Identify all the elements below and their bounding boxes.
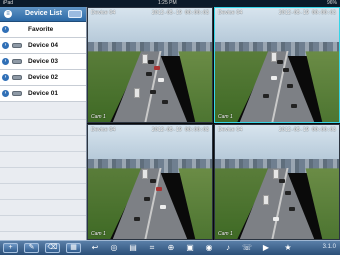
tile-channel: Cam 1 bbox=[91, 231, 106, 237]
tile-device-label: Device 04 bbox=[91, 10, 116, 16]
delete-icon[interactable]: ⌫ bbox=[45, 243, 60, 253]
vehicle bbox=[287, 84, 293, 88]
disclosure-arrow-icon[interactable]: › bbox=[2, 42, 9, 49]
vehicle bbox=[158, 78, 164, 82]
device-list-header: ≡ Device List bbox=[0, 7, 86, 22]
sidebar-item-label: Device 01 bbox=[28, 90, 58, 97]
playback-icon[interactable]: ▶ bbox=[261, 243, 271, 253]
tile-device-label: Device 04 bbox=[218, 127, 243, 133]
battery-level: 96% bbox=[326, 0, 337, 6]
sidebar-item-label: Device 03 bbox=[28, 58, 58, 65]
grid-icon[interactable]: ▦ bbox=[66, 243, 81, 253]
sidebar-item-device-01[interactable]: › Device 01 bbox=[0, 86, 86, 102]
vehicle bbox=[263, 94, 269, 98]
favorite-icon[interactable]: ★ bbox=[283, 243, 293, 253]
camera-toggle-button[interactable] bbox=[68, 10, 82, 18]
disclosure-arrow-icon[interactable]: › bbox=[2, 74, 9, 81]
vehicle bbox=[283, 68, 289, 72]
vehicle bbox=[273, 169, 279, 179]
video-tile-2[interactable]: Device 04 2012-05-19 00:00:03 Cam 1 bbox=[214, 7, 340, 123]
vehicle bbox=[289, 207, 295, 211]
vehicle bbox=[134, 88, 140, 98]
disclosure-arrow-icon[interactable]: › bbox=[2, 58, 9, 65]
dvr-icon bbox=[12, 75, 22, 80]
vehicle bbox=[144, 197, 150, 201]
dvr-icon bbox=[12, 59, 22, 64]
vehicle bbox=[142, 169, 148, 179]
app-version: 3.1.0 bbox=[322, 244, 336, 250]
tile-device-label: Device 04 bbox=[91, 127, 116, 133]
vehicle bbox=[150, 90, 156, 94]
sidebar-item-label: Device 02 bbox=[28, 74, 58, 81]
bottom-toolbar: + ✎ ⌫ ▦ ↩ ◎ ▤ ⌗ ⊕ ▣ ◉ ♪ ☏ ▶ ★ 3.1.0 bbox=[0, 240, 340, 255]
empty-list-area bbox=[0, 104, 86, 240]
record-icon[interactable]: ▣ bbox=[185, 243, 195, 253]
zoom-icon[interactable]: ⊕ bbox=[166, 243, 176, 253]
dvr-icon bbox=[12, 43, 22, 48]
vehicle bbox=[279, 179, 285, 183]
vehicle bbox=[146, 72, 152, 76]
tile-timestamp: 2012-05-19 00:00:03 bbox=[278, 127, 336, 133]
tile-channel: Cam 1 bbox=[218, 114, 233, 120]
vehicle bbox=[160, 205, 166, 209]
device-list-title: Device List bbox=[25, 10, 62, 17]
menu-icon[interactable]: ≡ bbox=[4, 10, 12, 18]
disclosure-arrow-icon[interactable]: › bbox=[2, 90, 9, 97]
audio-icon[interactable]: ♪ bbox=[223, 243, 233, 253]
sidebar-item-favorite[interactable]: › Favorite bbox=[0, 22, 86, 38]
vehicle bbox=[263, 195, 269, 205]
vehicle bbox=[162, 100, 168, 104]
tile-channel: Cam 1 bbox=[91, 114, 106, 120]
ptz-icon[interactable]: ◎ bbox=[109, 243, 119, 253]
vehicle bbox=[156, 187, 162, 191]
vehicle bbox=[277, 60, 283, 64]
video-tile-4[interactable]: Device 04 2012-05-19 00:00:03 Cam 1 bbox=[214, 124, 340, 240]
vehicle bbox=[134, 217, 140, 221]
sidebar-item-device-04[interactable]: › Device 04 bbox=[0, 38, 86, 54]
add-icon[interactable]: + bbox=[3, 243, 18, 253]
disclosure-arrow-icon[interactable]: › bbox=[2, 26, 9, 33]
tile-timestamp: 2012-05-19 00:00:03 bbox=[151, 127, 209, 133]
sidebar-item-device-02[interactable]: › Device 02 bbox=[0, 70, 86, 86]
edit-icon[interactable]: ✎ bbox=[24, 243, 39, 253]
vehicle bbox=[148, 60, 154, 64]
device-list-panel: ≡ Device List › Favorite › Device 04 › D… bbox=[0, 7, 87, 240]
vehicle bbox=[291, 104, 297, 108]
snapshot-icon[interactable]: ◉ bbox=[204, 243, 214, 253]
dvr-icon bbox=[12, 91, 22, 96]
video-tile-3[interactable]: Device 04 2012-05-19 00:00:03 Cam 1 bbox=[87, 124, 213, 240]
sidebar-item-label: Device 04 bbox=[28, 42, 58, 49]
status-bar: iPad 1:25 PM 96% bbox=[0, 0, 340, 7]
tile-timestamp: 2012-05-19 00:00:03 bbox=[278, 10, 336, 16]
device-list-toolbar: + ✎ ⌫ ▦ bbox=[0, 241, 87, 255]
tile-device-label: Device 04 bbox=[218, 10, 243, 16]
video-grid: Device 04 2012-05-19 00:00:03 Cam 1 Devi… bbox=[87, 7, 340, 240]
layout-icon[interactable]: ▤ bbox=[128, 243, 138, 253]
crop-icon[interactable]: ⌗ bbox=[147, 243, 157, 253]
tile-channel: Cam 1 bbox=[218, 231, 233, 237]
vehicle bbox=[150, 179, 156, 183]
video-tile-1[interactable]: Device 04 2012-05-19 00:00:03 Cam 1 bbox=[87, 7, 213, 123]
sidebar-item-label: Favorite bbox=[28, 26, 54, 33]
vehicle bbox=[273, 217, 279, 221]
vehicle bbox=[285, 191, 291, 195]
status-time: 1:25 PM bbox=[158, 0, 177, 6]
talk-icon[interactable]: ☏ bbox=[242, 243, 252, 253]
device-name: iPad bbox=[3, 0, 14, 6]
sidebar-item-device-03[interactable]: › Device 03 bbox=[0, 54, 86, 70]
tile-timestamp: 2012-05-19 00:00:03 bbox=[151, 10, 209, 16]
back-icon[interactable]: ↩ bbox=[90, 243, 100, 253]
vehicle bbox=[271, 76, 277, 80]
vehicle bbox=[154, 66, 160, 70]
